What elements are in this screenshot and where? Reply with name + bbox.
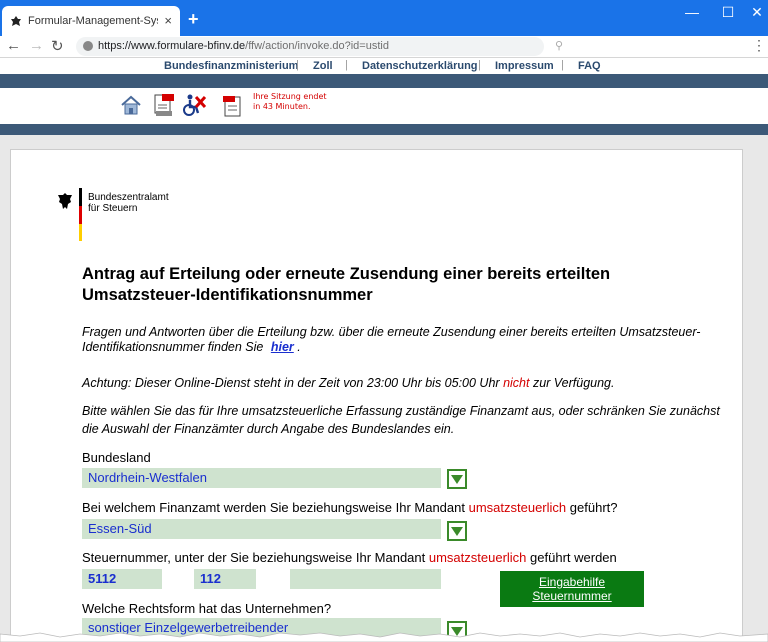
steuernummer-part3-input[interactable]: [290, 569, 441, 589]
faq-hier-link[interactable]: hier: [271, 340, 294, 354]
nav-separator: |: [296, 59, 299, 71]
steuernummer-label-before: Steuernummer, unter der Sie beziehungswe…: [82, 550, 426, 565]
finanzamt-label: Bei welchem Finanzamt werden Sie beziehu…: [82, 500, 617, 515]
steuernummer-label: Steuernummer, unter der Sie beziehungswe…: [82, 550, 617, 565]
nav-link-bundesfinanzministerium[interactable]: Bundesfinanzministerium: [164, 60, 298, 72]
session-line-2: in 43 Minuten.: [253, 102, 311, 111]
window-close-button[interactable]: ✕: [742, 4, 768, 21]
forward-arrow-icon[interactable]: →: [29, 37, 44, 54]
rechtsform-label: Welche Rechtsform hat das Unternehmen?: [82, 601, 332, 616]
page-title: Antrag auf Erteilung oder erneute Zusend…: [82, 265, 611, 304]
new-tab-button[interactable]: +: [188, 9, 199, 30]
nav-link-zoll[interactable]: Zoll: [313, 60, 333, 72]
finanzamt-dropdown-button[interactable]: [447, 521, 467, 541]
eingabehilfe-line-1: Eingabehilfe: [538, 575, 606, 589]
nav-separator: |: [561, 59, 564, 71]
tool-icon-row: Ihre Sitzung endet in 43 Minuten.: [0, 88, 768, 124]
warning-text-after: zur Verfügung.: [532, 376, 615, 390]
warning-text-nicht: nicht: [503, 376, 530, 390]
steuernummer-label-red: umsatzsteuerlich: [428, 550, 527, 565]
session-timer: Ihre Sitzung endet in 43 Minuten.: [253, 92, 327, 112]
browser-tab[interactable]: Formular-Management-System d ×: [2, 6, 180, 36]
intro-body: Fragen und Antworten über die Erteilung …: [82, 325, 701, 354]
site-info-icon[interactable]: [83, 41, 93, 51]
browser-menu-icon[interactable]: ⋮: [752, 37, 766, 54]
url-host: https://www.formulare-bfinv.de: [98, 40, 246, 52]
accessibility-off-icon[interactable]: [181, 93, 207, 117]
tab-title: Formular-Management-System d: [28, 15, 158, 27]
service-warning: Achtung: Dieser Online-Dienst steht in d…: [82, 376, 614, 390]
tab-close-icon[interactable]: ×: [164, 13, 172, 28]
intro-end: .: [297, 340, 301, 354]
maximize-button[interactable]: ☐: [713, 4, 743, 21]
browser-toolbar: ← → ↻ https://www.formulare-bfinv.de/ffw…: [0, 36, 768, 58]
steuernummer-part2-input[interactable]: 112: [194, 569, 256, 589]
pdf-print-icon[interactable]: [153, 93, 175, 117]
finanzamt-label-before: Bei welchem Finanzamt werden Sie beziehu…: [82, 500, 465, 515]
pdf-document-icon[interactable]: [222, 94, 244, 118]
finanzamt-label-red: umsatzsteuerlich: [468, 500, 567, 515]
eingabehilfe-steuernummer-button[interactable]: Eingabehilfe Steuernummer: [500, 571, 644, 607]
nav-separator: |: [345, 59, 348, 71]
steuernummer-label-after: geführt werden: [530, 550, 617, 565]
logo-line-2: für Steuern: [88, 203, 138, 214]
site-top-nav: Bundesfinanzministerium | Zoll | Datensc…: [0, 58, 768, 74]
reload-icon[interactable]: ↻: [51, 37, 64, 55]
minimize-button[interactable]: —: [677, 4, 707, 20]
torn-edge-decoration: [0, 632, 768, 642]
steuernummer-part1-input[interactable]: 5112: [82, 569, 162, 589]
url-path: /ffw/action/invoke.do?id=ustid: [245, 40, 389, 52]
back-arrow-icon[interactable]: ←: [6, 37, 21, 54]
header-bar: [0, 74, 768, 88]
eagle-favicon-icon: [11, 16, 21, 26]
chevron-down-icon: [451, 526, 463, 536]
logo-line-1: Bundeszentralamt: [88, 192, 169, 203]
home-icon[interactable]: [120, 94, 142, 116]
nav-separator: |: [478, 59, 481, 71]
address-bar[interactable]: https://www.formulare-bfinv.de/ffw/actio…: [76, 37, 544, 56]
nav-link-impressum[interactable]: Impressum: [495, 60, 554, 72]
bundesland-label: Bundesland: [82, 450, 151, 465]
federal-eagle-icon: [58, 193, 72, 209]
nav-link-datenschutz[interactable]: Datenschutzerklärung: [362, 60, 478, 72]
intro-text: Fragen und Antworten über die Erteilung …: [82, 325, 722, 355]
bundesland-dropdown-button[interactable]: [447, 469, 467, 489]
search-icon[interactable]: ⚲: [555, 39, 563, 52]
browser-titlebar: Formular-Management-System d × + — ☐ ✕: [0, 0, 768, 36]
warning-text-before: Achtung: Dieser Online-Dienst steht in d…: [82, 376, 500, 390]
chevron-down-icon: [451, 474, 463, 484]
header-bar-lower: [0, 124, 768, 135]
finanzamt-select[interactable]: Essen-Süd: [82, 519, 441, 539]
finanzamt-label-after: geführt?: [569, 500, 618, 515]
selection-hint: Bitte wählen Sie das für Ihre umsatzsteu…: [82, 404, 720, 436]
bundesland-select[interactable]: Nordrhein-Westfalen: [82, 468, 441, 488]
session-line-1: Ihre Sitzung endet: [253, 92, 327, 101]
eingabehilfe-line-2: Steuernummer: [532, 589, 612, 603]
nav-link-faq[interactable]: FAQ: [578, 60, 601, 72]
form-page: Bundeszentralamt für Steuern Antrag auf …: [10, 149, 743, 642]
flag-bar: [79, 188, 82, 241]
logo-text: Bundeszentralamt für Steuern: [88, 192, 169, 214]
